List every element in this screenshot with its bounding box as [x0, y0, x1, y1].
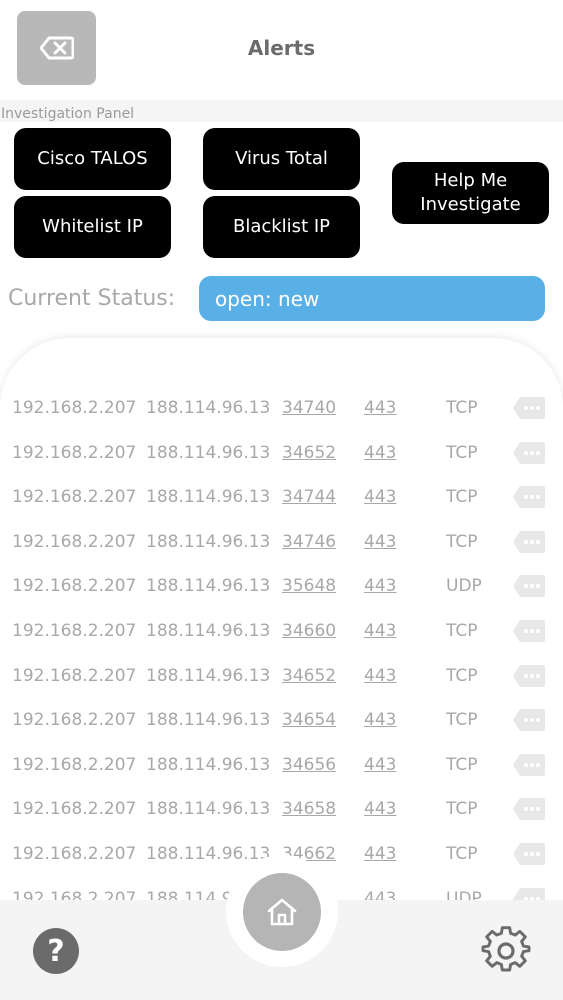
- source-port-link[interactable]: 34658: [282, 799, 336, 819]
- table-row[interactable]: 192.168.2.207 188.114.96.13 34746 443 TCP: [0, 522, 563, 566]
- destination-port-link[interactable]: 443: [364, 755, 396, 775]
- app-root: Alerts Investigation Panel Cisco TALOS V…: [0, 0, 563, 1000]
- more-icon[interactable]: [512, 664, 546, 688]
- page-title: Alerts: [247, 36, 316, 60]
- table-row[interactable]: 192.168.2.207 188.114.96.13 34652 443 TCP: [0, 433, 563, 477]
- destination-port-link[interactable]: 443: [364, 621, 396, 641]
- table-row[interactable]: 192.168.2.207 188.114.96.13 34654 443 TCP: [0, 700, 563, 744]
- destination-port-link[interactable]: 443: [364, 576, 396, 596]
- question-icon[interactable]: ?: [33, 928, 79, 974]
- destination-ip: 188.114.96.13: [146, 531, 271, 552]
- more-icon[interactable]: [512, 708, 546, 732]
- more-icon[interactable]: [512, 485, 546, 509]
- source-port-link[interactable]: 34744: [282, 487, 336, 507]
- protocol: TCP: [446, 754, 478, 775]
- source-port-link[interactable]: 34740: [282, 398, 336, 418]
- current-status-label: Current Status:: [8, 286, 176, 311]
- source-ip: 192.168.2.207: [12, 576, 137, 597]
- source-port-link[interactable]: 34652: [282, 443, 336, 463]
- source-ip: 192.168.2.207: [12, 665, 137, 686]
- destination-ip: 188.114.96.13: [146, 844, 271, 864]
- table-row[interactable]: 192.168.2.207 188.114.96.13 34658 443 TCP: [0, 789, 563, 833]
- destination-port-link[interactable]: 443: [364, 666, 396, 686]
- source-port-link[interactable]: 34652: [282, 666, 336, 686]
- gear-icon[interactable]: [481, 926, 531, 976]
- destination-port-link[interactable]: 443: [364, 487, 396, 507]
- destination-port-link[interactable]: 443: [364, 398, 396, 418]
- protocol: TCP: [446, 442, 478, 463]
- table-row[interactable]: 192.168.2.207 188.114.96.13 34652 443 TCP: [0, 656, 563, 700]
- home-button[interactable]: [243, 873, 321, 951]
- source-port-link[interactable]: 34656: [282, 755, 336, 775]
- whitelist-ip-button[interactable]: Whitelist IP: [14, 196, 171, 258]
- source-port-link[interactable]: 34660: [282, 621, 336, 641]
- table-row[interactable]: 192.168.2.207 188.114.96.13 34660 443 TCP: [0, 611, 563, 655]
- more-icon[interactable]: [512, 619, 546, 643]
- source-ip: 192.168.2.207: [12, 754, 137, 775]
- destination-ip: 188.114.96.13: [146, 442, 271, 463]
- source-ip: 192.168.2.207: [12, 531, 137, 552]
- investigation-panel-label: Investigation Panel: [1, 106, 135, 122]
- table-row[interactable]: 192.168.2.207 188.114.96.13 35648 443 UDP: [0, 566, 563, 610]
- source-ip: 192.168.2.207: [12, 710, 137, 731]
- protocol: TCP: [446, 398, 478, 418]
- more-icon[interactable]: [512, 753, 546, 777]
- destination-port-link[interactable]: 443: [364, 710, 396, 730]
- source-port-link[interactable]: 35648: [282, 576, 336, 596]
- protocol: TCP: [446, 621, 478, 641]
- source-ip: 192.168.2.207: [12, 621, 137, 641]
- virus-total-button[interactable]: Virus Total: [203, 128, 360, 190]
- destination-port-link[interactable]: 443: [364, 844, 396, 864]
- destination-ip: 188.114.96.13: [146, 754, 271, 775]
- source-ip: 192.168.2.207: [12, 844, 137, 864]
- destination-ip: 188.114.96.13: [146, 621, 271, 641]
- protocol: TCP: [446, 531, 478, 552]
- table-row[interactable]: 192.168.2.207 188.114.96.13 34744 443 TCP: [0, 477, 563, 521]
- home-icon: [267, 898, 297, 926]
- destination-ip: 188.114.96.13: [146, 799, 271, 820]
- destination-port-link[interactable]: 443: [364, 799, 396, 819]
- help-me-investigate-button[interactable]: Help Me Investigate: [392, 162, 549, 224]
- table-row[interactable]: 192.168.2.207 188.114.96.13 34656 443 TCP: [0, 745, 563, 789]
- cisco-talos-button[interactable]: Cisco TALOS: [14, 128, 171, 190]
- source-ip: 192.168.2.207: [12, 487, 137, 508]
- destination-ip: 188.114.96.13: [146, 398, 271, 418]
- alerts-list[interactable]: 192.168.2.207 188.114.96.13 34740 443 TCP 192…: [0, 338, 563, 938]
- protocol: UDP: [446, 576, 482, 597]
- source-ip: 192.168.2.207: [12, 799, 137, 820]
- destination-ip: 188.114.96.13: [146, 665, 271, 686]
- more-icon[interactable]: [512, 797, 546, 821]
- destination-port-link[interactable]: 443: [364, 443, 396, 463]
- blacklist-ip-button[interactable]: Blacklist IP: [203, 196, 360, 258]
- destination-ip: 188.114.96.13: [146, 576, 271, 597]
- destination-port-link[interactable]: 443: [364, 532, 396, 552]
- destination-ip: 188.114.96.13: [146, 487, 271, 508]
- table-row[interactable]: 192.168.2.207 188.114.96.13 34740 443 TCP: [0, 388, 563, 432]
- header: Alerts: [0, 0, 563, 98]
- protocol: TCP: [446, 487, 478, 508]
- more-icon[interactable]: [512, 396, 546, 420]
- source-port-link[interactable]: 34654: [282, 710, 336, 730]
- protocol: TCP: [446, 799, 478, 820]
- protocol: TCP: [446, 710, 478, 731]
- source-ip: 192.168.2.207: [12, 398, 137, 418]
- status-badge[interactable]: open: new: [199, 276, 545, 321]
- more-icon[interactable]: [512, 441, 546, 465]
- more-icon[interactable]: [512, 530, 546, 554]
- protocol: TCP: [446, 844, 478, 864]
- destination-ip: 188.114.96.13: [146, 710, 271, 731]
- protocol: TCP: [446, 665, 478, 686]
- source-port-link[interactable]: 34746: [282, 532, 336, 552]
- source-ip: 192.168.2.207: [12, 442, 137, 463]
- more-icon[interactable]: [512, 574, 546, 598]
- more-icon[interactable]: [512, 842, 546, 866]
